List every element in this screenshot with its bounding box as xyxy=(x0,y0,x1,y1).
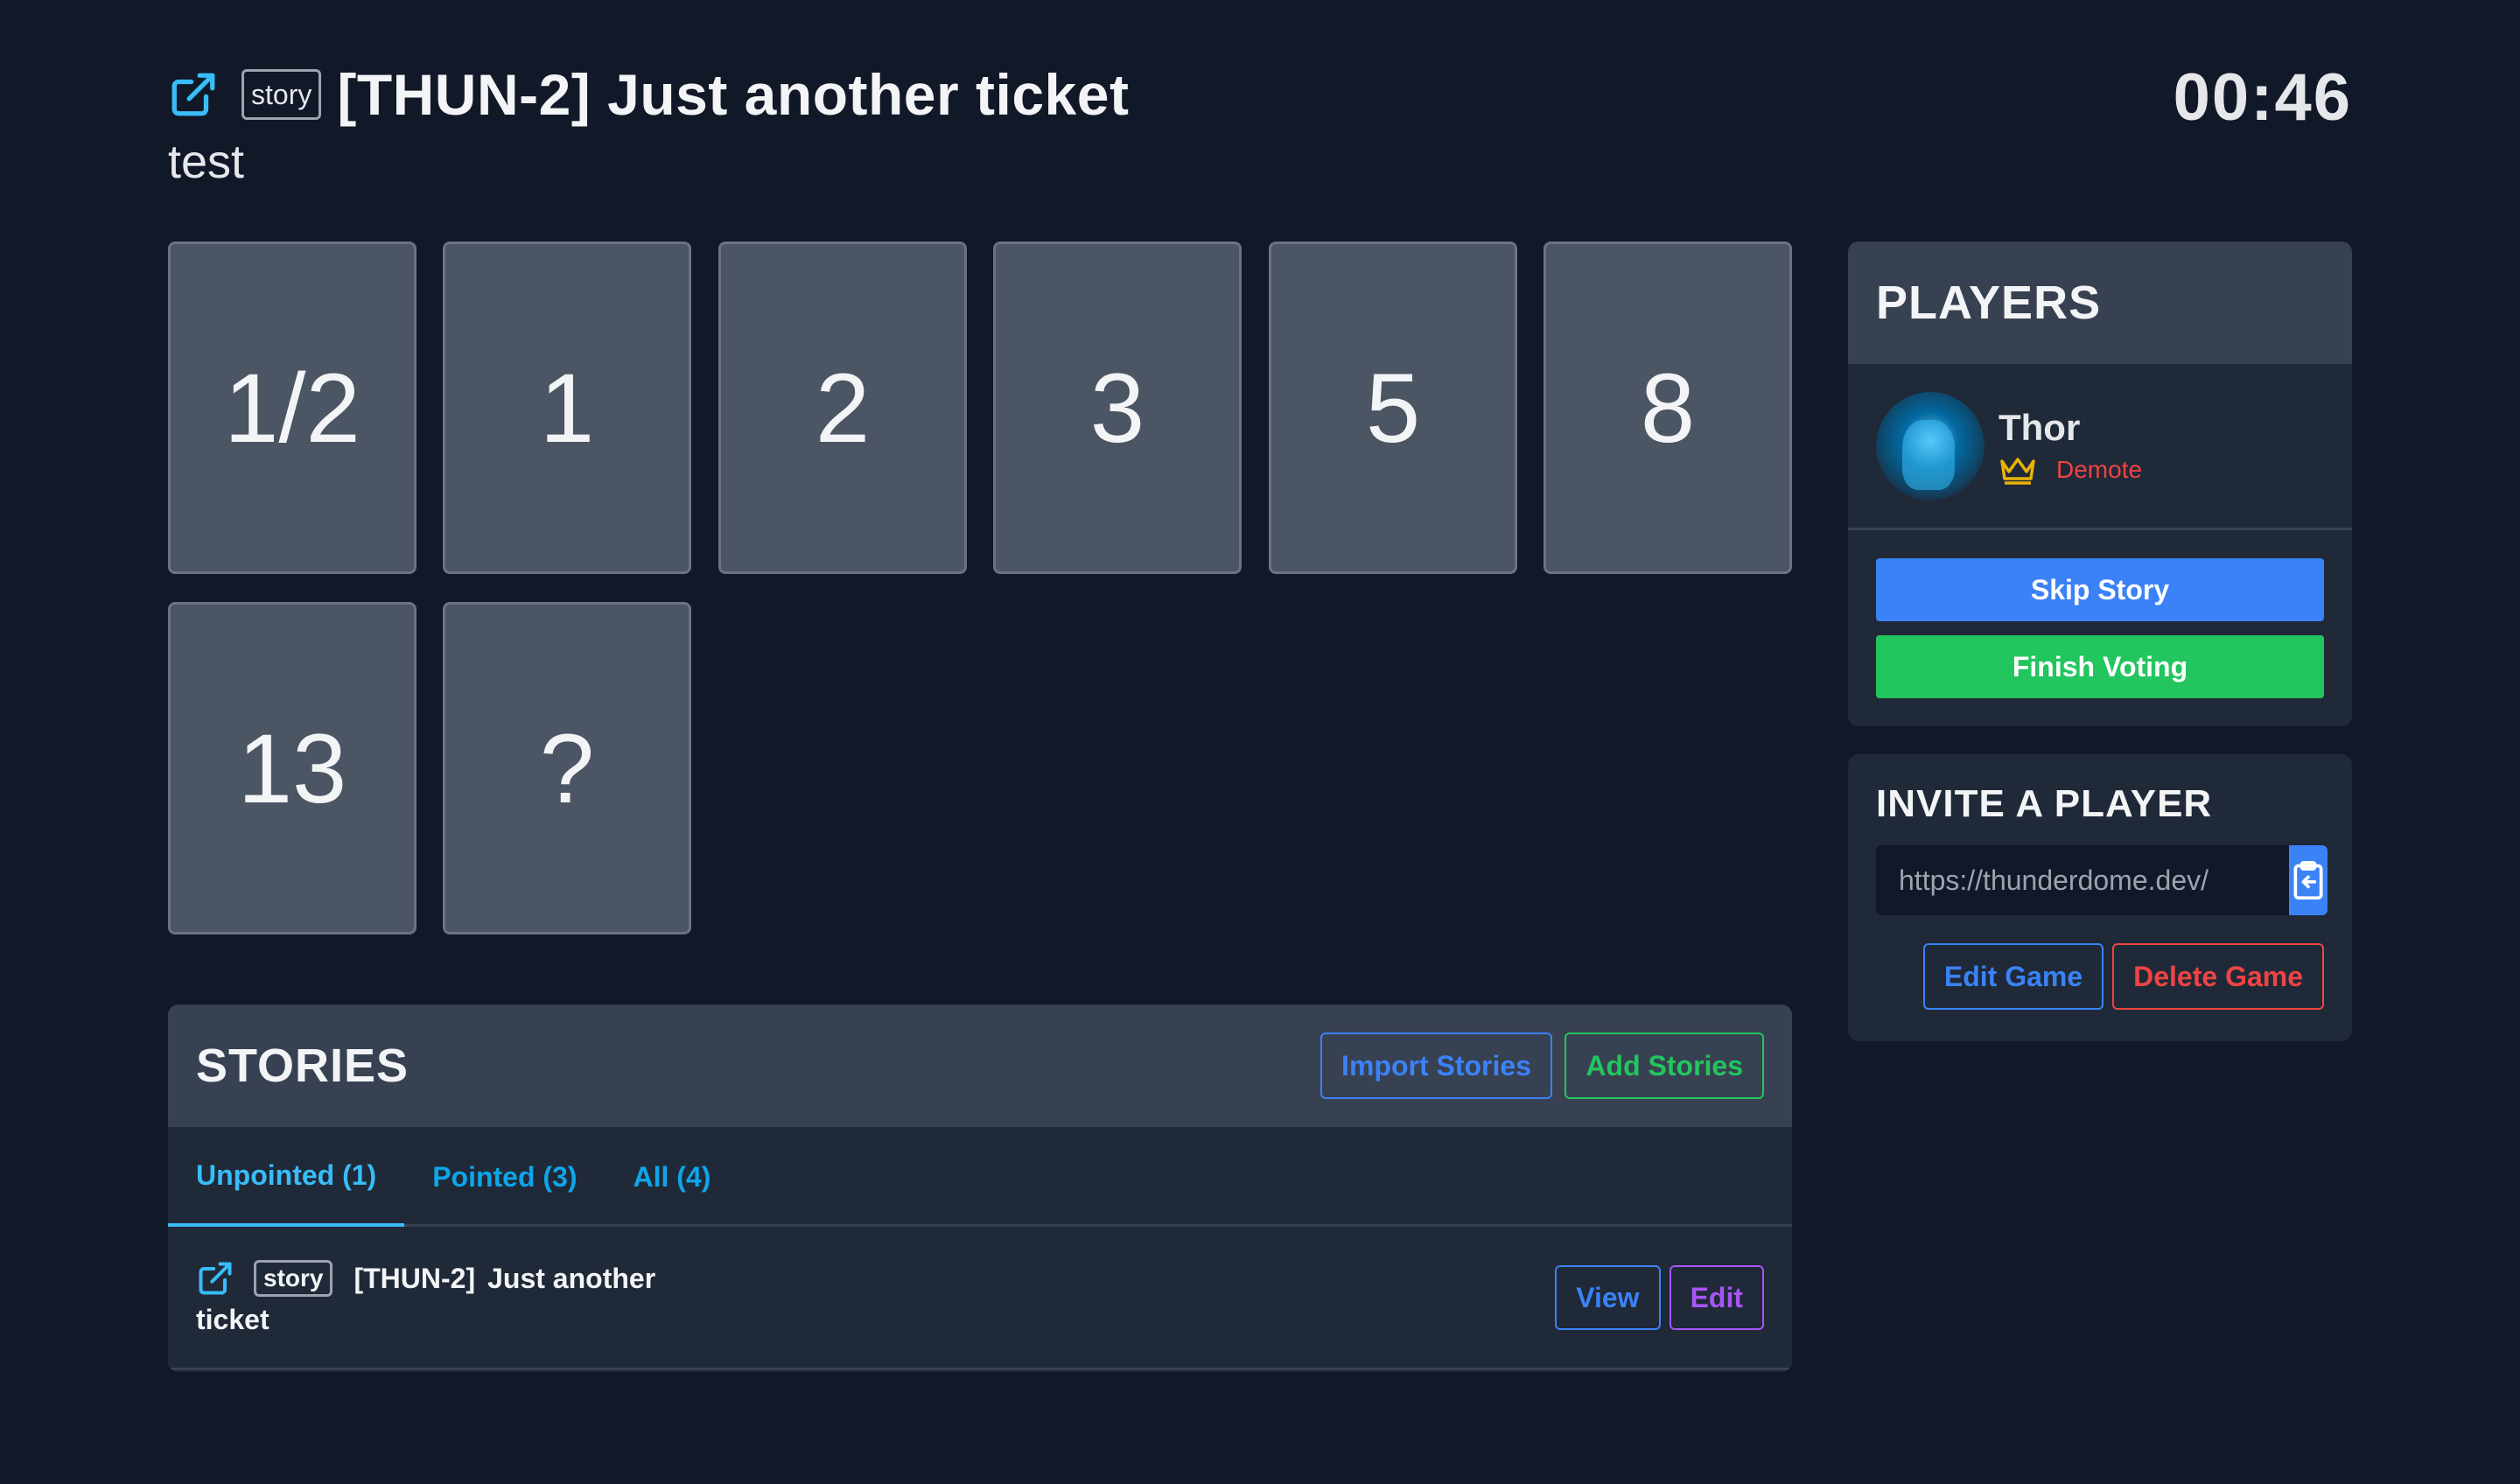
game-page: story [THUN-2] Just another ticket test … xyxy=(0,0,2520,1484)
player-meta: Demote xyxy=(1998,454,2142,486)
story-type-badge: story xyxy=(242,69,322,120)
stories-title: STORIES xyxy=(196,1040,410,1092)
point-card[interactable]: 1 xyxy=(443,242,691,574)
story-item-line: story [THUN-2] Just another xyxy=(196,1258,1764,1298)
story-title: [THUN-2] Just another ticket xyxy=(337,62,1130,127)
invite-title: INVITE A PLAYER xyxy=(1876,782,2213,825)
tab-pointed[interactable]: Pointed (3) xyxy=(404,1127,605,1227)
stories-header: STORIES Import Stories Add Stories xyxy=(168,1004,1792,1127)
game-actions: Edit Game Delete Game xyxy=(1876,943,2324,1010)
story-item-key: [THUN-2] xyxy=(354,1262,476,1294)
avatar xyxy=(1876,391,1984,500)
story-header: story [THUN-2] Just another ticket test … xyxy=(168,60,2352,189)
add-stories-button[interactable]: Add Stories xyxy=(1564,1032,1764,1099)
external-link-icon[interactable] xyxy=(196,1258,236,1298)
stories-header-actions: Import Stories Add Stories xyxy=(1320,1032,1764,1099)
invite-link-input[interactable] xyxy=(1876,845,2289,915)
edit-game-button[interactable]: Edit Game xyxy=(1922,943,2104,1010)
players-title: PLAYERS xyxy=(1876,276,2102,329)
edit-story-button[interactable]: Edit xyxy=(1669,1265,1764,1330)
stories-panel: STORIES Import Stories Add Stories Unpoi… xyxy=(168,1004,1792,1372)
players-header: PLAYERS xyxy=(1848,242,2352,364)
story-item-name-continued: ticket xyxy=(196,1304,270,1335)
players-panel: PLAYERS Thor Demote Skip Story Finish Vo… xyxy=(1848,242,2352,726)
external-link-icon[interactable] xyxy=(168,67,222,122)
tab-all[interactable]: All (4) xyxy=(606,1127,739,1227)
copy-link-button[interactable] xyxy=(2289,845,2328,915)
point-card[interactable]: 3 xyxy=(993,242,1242,574)
point-card[interactable]: 5 xyxy=(1269,242,1517,574)
story-item-type-badge: story xyxy=(254,1260,333,1297)
point-card[interactable]: 1/2 xyxy=(168,242,416,574)
demote-link[interactable]: Demote xyxy=(2056,456,2142,484)
delete-game-button[interactable]: Delete Game xyxy=(2112,943,2324,1010)
skip-story-button[interactable]: Skip Story xyxy=(1876,558,2324,621)
point-card[interactable]: 2 xyxy=(718,242,967,574)
voting-controls: Skip Story Finish Voting xyxy=(1848,530,2352,698)
story-list-item: story [THUN-2] Just another ticket View … xyxy=(168,1227,1792,1370)
point-card[interactable]: 13 xyxy=(168,602,416,934)
stories-tabs: Unpointed (1) Pointed (3) All (4) xyxy=(168,1127,1792,1227)
point-card[interactable]: ? xyxy=(443,602,691,934)
import-stories-button[interactable]: Import Stories xyxy=(1320,1032,1552,1099)
player-name: Thor xyxy=(1998,406,2081,448)
player-info: Thor Demote xyxy=(1998,407,2142,486)
voting-timer: 00:46 xyxy=(2173,60,2352,135)
player-item: Thor Demote xyxy=(1848,364,2352,530)
crown-icon xyxy=(2000,457,2035,485)
story-title-row: story [THUN-2] Just another ticket xyxy=(168,60,2352,130)
story-item-name: Just another xyxy=(487,1262,656,1294)
tab-unpointed[interactable]: Unpointed (1) xyxy=(168,1127,405,1227)
point-card[interactable]: 8 xyxy=(1544,242,1792,574)
finish-voting-button[interactable]: Finish Voting xyxy=(1876,635,2324,698)
story-item-actions: View Edit xyxy=(1555,1265,1764,1330)
clipboard-icon xyxy=(2293,861,2323,900)
story-description: test xyxy=(168,136,245,188)
invite-link-row xyxy=(1876,845,2328,915)
view-story-button[interactable]: View xyxy=(1555,1265,1661,1330)
invite-panel: INVITE A PLAYER Edit Game Delete Game xyxy=(1848,754,2352,1041)
